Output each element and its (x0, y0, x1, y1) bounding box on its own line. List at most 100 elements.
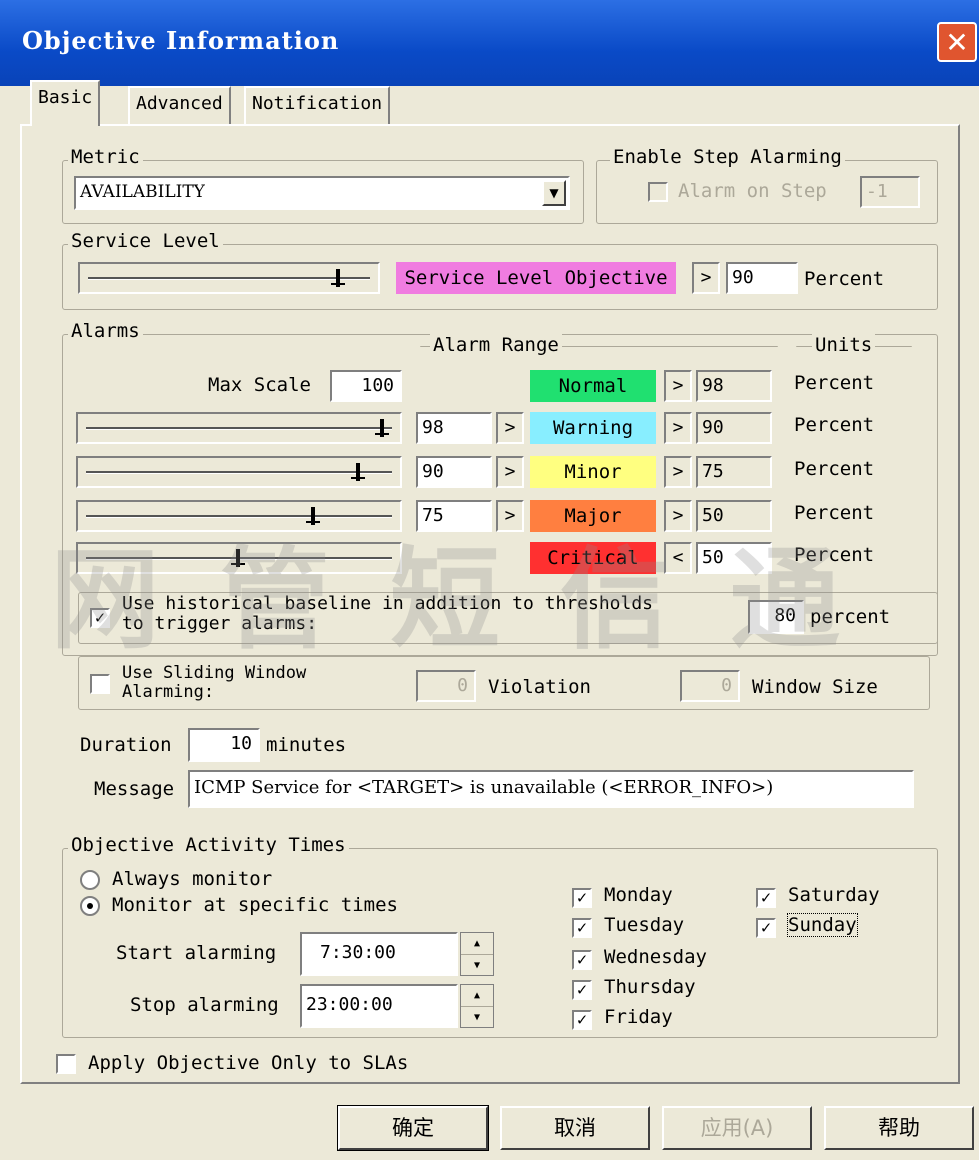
alarm-on-step-checkbox[interactable] (648, 182, 668, 202)
alarm-high-input-critical[interactable]: 50 (696, 542, 772, 574)
message-label: Message (94, 778, 175, 800)
alarm-level-critical: Critical (530, 542, 656, 574)
tab-notification[interactable]: Notification (244, 86, 391, 124)
alarm-low-operator: > (496, 500, 524, 532)
day-checkbox-thursday[interactable]: ✓ (572, 980, 592, 1000)
alarm-on-step-label: Alarm on Step (678, 180, 827, 202)
start-alarming-spinner[interactable]: ▲ ▼ (460, 932, 494, 976)
day-label-sunday: Sunday (787, 913, 858, 937)
duration-label: Duration (80, 734, 172, 756)
spin-down-icon[interactable]: ▼ (461, 1007, 493, 1028)
window-size-input[interactable]: 0 (680, 670, 740, 702)
sliding-window-label-line1: Use Sliding Window (122, 663, 307, 683)
day-label-saturday: Saturday (788, 884, 880, 906)
alarm-unit: Percent (794, 458, 875, 480)
title-bar: Objective Information ✕ (0, 0, 979, 86)
alarm-high-input-minor[interactable]: 75 (696, 456, 772, 488)
spin-down-icon[interactable]: ▼ (461, 955, 493, 976)
start-alarming-label: Start alarming (116, 942, 277, 964)
service-level-group-label: Service Level (68, 230, 223, 252)
baseline-unit: percent (810, 606, 891, 628)
service-level-input[interactable]: 90 (726, 262, 798, 294)
sliding-window-checkbox[interactable] (90, 674, 110, 694)
alarm-low-input-minor[interactable]: 90 (416, 456, 492, 488)
spin-up-icon[interactable]: ▲ (461, 985, 493, 1007)
slider-thumb[interactable] (351, 463, 365, 481)
specific-times-label: Monitor at specific times (112, 894, 398, 916)
step-alarming-group-label: Enable Step Alarming (610, 146, 845, 168)
day-checkbox-tuesday[interactable]: ✓ (572, 918, 592, 938)
alarm-on-step-input[interactable]: -1 (860, 176, 920, 208)
tab-basic[interactable]: Basic (30, 80, 101, 126)
chevron-down-icon[interactable]: ▼ (542, 180, 566, 206)
violation-label: Violation (488, 676, 591, 698)
alarm-high-operator: > (664, 412, 692, 444)
alarm-slider-warning[interactable] (76, 412, 402, 444)
sliding-window-label: Use Sliding Window Alarming: (122, 664, 306, 702)
metric-select-value: AVAILABILITY (80, 182, 205, 202)
apply-sla-checkbox[interactable] (56, 1054, 76, 1074)
service-level-unit: Percent (804, 268, 885, 290)
start-alarming-input[interactable]: 7:30:00 (300, 932, 458, 976)
always-monitor-radio[interactable] (80, 870, 100, 890)
alarm-low-input-warning[interactable]: 98 (416, 412, 492, 444)
max-scale-input[interactable]: 100 (330, 370, 402, 402)
day-checkbox-wednesday[interactable]: ✓ (572, 950, 592, 970)
alarm-high-operator: < (664, 542, 692, 574)
specific-times-radio[interactable] (80, 896, 100, 916)
alarm-range-label: Alarm Range (430, 334, 562, 356)
duration-input[interactable]: 10 (188, 728, 260, 762)
baseline-percent-input[interactable]: 80 (748, 600, 804, 634)
duration-unit: minutes (266, 734, 347, 756)
max-scale-label: Max Scale (208, 374, 311, 396)
alarm-unit: Percent (794, 414, 875, 436)
alarm-level-normal: Normal (530, 370, 656, 402)
day-label-friday: Friday (604, 1006, 673, 1028)
metric-select[interactable]: AVAILABILITY ▼ (74, 176, 570, 210)
alarm-high-input-warning[interactable]: 90 (696, 412, 772, 444)
alarm-high-input-normal[interactable]: 98 (696, 370, 772, 402)
alarm-high-operator: > (664, 500, 692, 532)
slider-thumb[interactable] (231, 549, 245, 567)
baseline-label-line2: to trigger alarms: (122, 613, 318, 634)
slider-thumb[interactable] (331, 269, 346, 287)
day-checkbox-sunday[interactable]: ✓ (756, 918, 776, 938)
stop-alarming-spinner[interactable]: ▲ ▼ (460, 984, 494, 1028)
close-button[interactable]: ✕ (937, 22, 977, 62)
cancel-button[interactable]: 取消 (500, 1106, 650, 1150)
violation-input[interactable]: 0 (416, 670, 476, 702)
baseline-label: Use historical baseline in addition to t… (122, 594, 653, 634)
day-label-tuesday: Tuesday (604, 914, 685, 936)
sliding-window-label-line2: Alarming: (122, 682, 215, 702)
service-level-slider[interactable] (78, 262, 380, 294)
spin-up-icon[interactable]: ▲ (461, 933, 493, 955)
ok-button[interactable]: 确定 (337, 1105, 489, 1151)
alarm-slider-minor[interactable] (76, 456, 402, 488)
alarm-level-minor: Minor (530, 456, 656, 488)
alarm-high-operator: > (664, 456, 692, 488)
alarm-level-major: Major (530, 500, 656, 532)
dialog-window: Objective Information ✕ Basic Advanced N… (0, 0, 979, 1160)
alarm-slider-major[interactable] (76, 500, 402, 532)
baseline-label-line1: Use historical baseline in addition to t… (122, 593, 654, 614)
alarm-low-operator: > (496, 456, 524, 488)
day-checkbox-saturday[interactable]: ✓ (756, 888, 776, 908)
slider-thumb[interactable] (375, 419, 389, 437)
alarms-group-label: Alarms (68, 320, 143, 342)
tab-advanced[interactable]: Advanced (128, 86, 231, 124)
stop-alarming-input[interactable]: 23:00:00 (300, 984, 458, 1028)
alarm-low-input-major[interactable]: 75 (416, 500, 492, 532)
apply-button[interactable]: 应用(A) (662, 1106, 812, 1150)
service-level-objective-label: Service Level Objective (396, 262, 676, 294)
baseline-checkbox[interactable]: ✓ (90, 608, 110, 628)
alarm-slider-critical[interactable] (76, 542, 402, 574)
day-checkbox-friday[interactable]: ✓ (572, 1010, 592, 1030)
day-checkbox-monday[interactable]: ✓ (572, 888, 592, 908)
alarm-low-operator: > (496, 412, 524, 444)
metric-group-label: Metric (68, 146, 143, 168)
message-input[interactable]: ICMP Service for <TARGET> is unavailable… (188, 770, 914, 808)
alarm-high-input-major[interactable]: 50 (696, 500, 772, 532)
help-button[interactable]: 帮助 (824, 1106, 974, 1150)
slider-thumb[interactable] (306, 507, 320, 525)
apply-sla-label: Apply Objective Only to SLAs (88, 1052, 409, 1074)
